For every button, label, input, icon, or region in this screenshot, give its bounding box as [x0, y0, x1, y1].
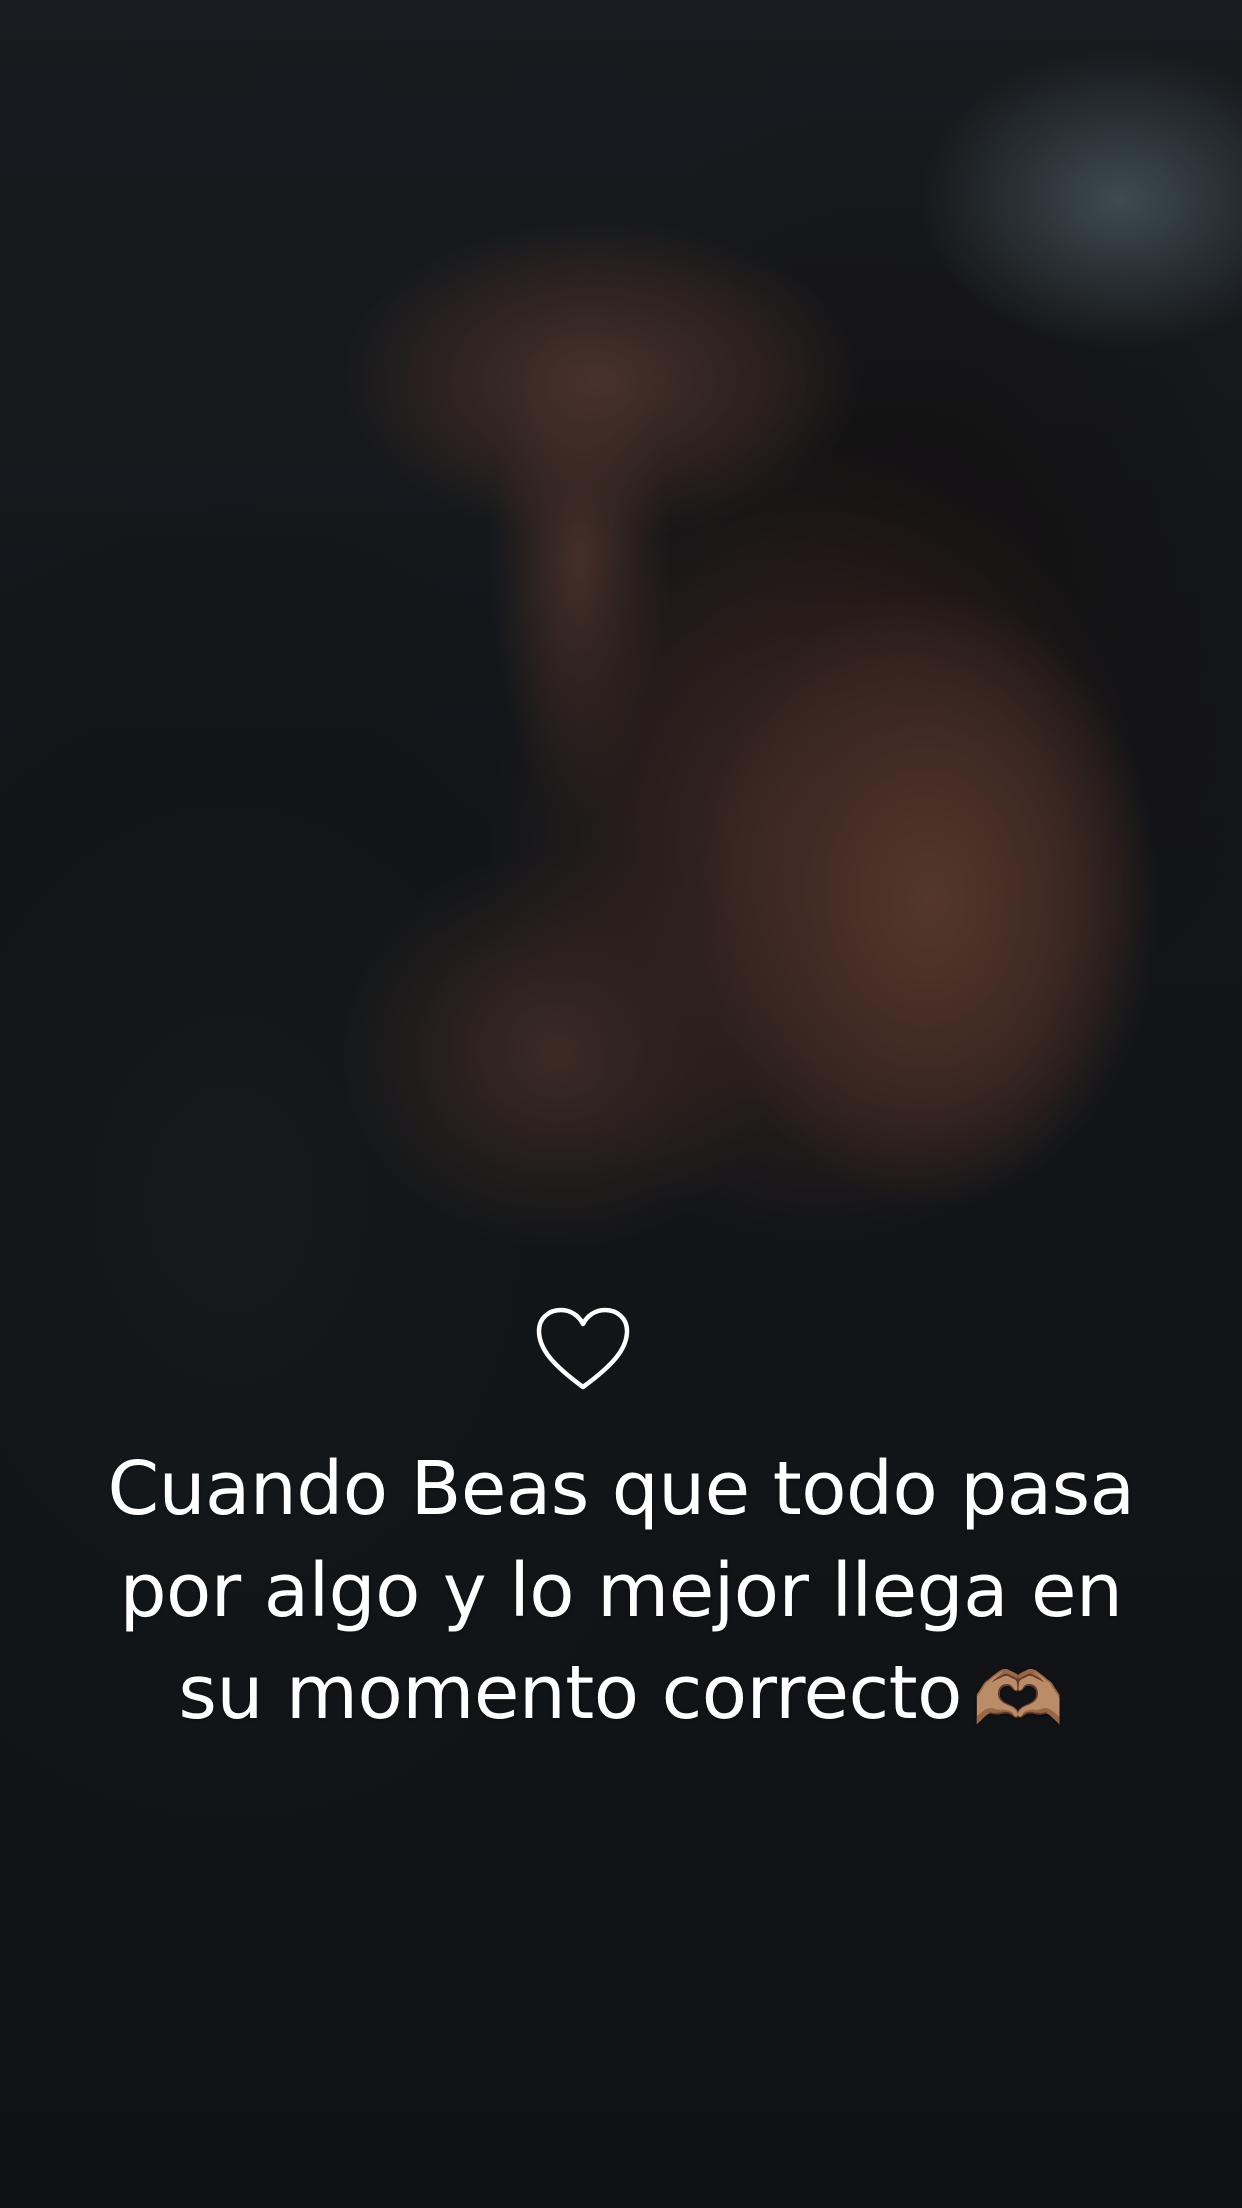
story-canvas: Cuando Beas que todo pasa por algo y lo …: [0, 0, 1242, 2208]
photo-dim-overlay: [0, 0, 1242, 2208]
heart-hands-icon: 🫶🏽: [971, 1656, 1064, 1742]
heart-outline-icon: [536, 1307, 630, 1390]
caption-text: Cuando Beas que todo pasa por algo y lo …: [90, 1438, 1152, 1750]
